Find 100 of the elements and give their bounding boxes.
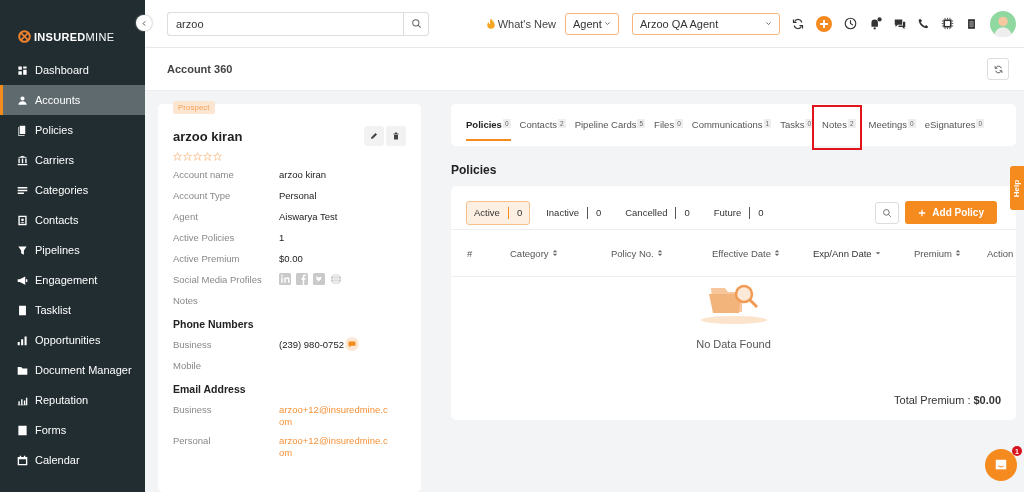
star-icon <box>183 152 192 161</box>
delete-button[interactable] <box>386 126 406 146</box>
phone-number: (239) 980-0752 <box>279 338 344 350</box>
phone-icon[interactable] <box>918 18 929 29</box>
star-rating[interactable] <box>173 152 222 161</box>
field-value: arzoo kiran <box>279 169 326 180</box>
field-label: Active Premium <box>173 253 241 264</box>
field-value: Personal <box>279 190 317 201</box>
sidebar-item[interactable]: Tasklist <box>0 295 145 325</box>
nav-icon <box>17 184 28 196</box>
filter-tab[interactable]: Cancelled 0 <box>617 200 698 225</box>
section-title: Policies <box>451 163 498 177</box>
chip-icon[interactable] <box>941 17 954 30</box>
empty-message: No Data Found <box>696 338 771 350</box>
sidebar-item[interactable]: Reputation <box>0 385 145 415</box>
filter-tab[interactable]: Inactive 0 <box>538 200 610 225</box>
field-label: Agent <box>173 211 199 222</box>
refresh-icon[interactable] <box>792 17 804 30</box>
chevron-left-icon <box>140 19 148 27</box>
sidebar-item[interactable]: Categories <box>0 175 145 205</box>
sidebar-item[interactable]: Pipelines <box>0 235 145 265</box>
field-value: $0.00 <box>279 253 303 264</box>
caret-icon <box>604 20 611 27</box>
field-label: Business <box>173 339 213 350</box>
message-icon[interactable] <box>344 337 359 351</box>
search-button[interactable] <box>403 11 429 36</box>
sidebar-item[interactable]: Contacts <box>0 205 145 235</box>
sidebar-item[interactable]: Opportunities <box>0 325 145 355</box>
nav-icon <box>17 214 28 226</box>
nav-icon <box>17 274 28 286</box>
status-badge: Prospect <box>173 101 215 114</box>
chat-button[interactable] <box>985 449 1017 481</box>
whats-new-link[interactable]: What's New <box>497 17 556 30</box>
field-label: Social Media Profiles <box>173 274 263 285</box>
sidebar-item[interactable]: Document Manager <box>0 355 145 385</box>
section-heading: Phone Numbers <box>173 318 255 330</box>
column-header[interactable]: # <box>467 247 510 259</box>
filter-tab[interactable]: Future 0 <box>705 200 772 225</box>
nav-icon <box>17 364 28 376</box>
trash-icon <box>392 132 400 140</box>
agent-select[interactable]: Arzoo QA Agent <box>632 12 780 35</box>
column-header[interactable]: Policy No. <box>611 247 712 259</box>
refresh-icon <box>993 64 1003 74</box>
nav-icon <box>17 424 28 436</box>
total-label: Total Premium : <box>894 394 971 406</box>
sort-icon <box>773 249 780 257</box>
sidebar-item[interactable]: Dashboard <box>0 55 145 85</box>
field-label: Account name <box>173 169 235 180</box>
search-icon <box>882 207 893 218</box>
field-label: Business <box>173 404 213 415</box>
sidebar-item[interactable]: Calendar <box>0 445 145 475</box>
account-name: arzoo kiran <box>173 128 244 144</box>
total-value: $0.00 <box>973 394 1001 406</box>
field-label: Active Policies <box>173 232 236 243</box>
sidebar-item[interactable]: Carriers <box>0 145 145 175</box>
caret-icon <box>874 249 881 257</box>
page-title: Account 360 <box>167 63 233 75</box>
field-value: Aiswarya Test <box>279 211 338 222</box>
star-icon <box>203 152 212 161</box>
refresh-button[interactable] <box>987 58 1009 80</box>
star-icon <box>173 152 182 161</box>
document-icon[interactable] <box>966 17 977 30</box>
nav-icon <box>17 244 28 256</box>
column-header[interactable]: Effective Date <box>712 247 813 259</box>
column-header[interactable]: Exp/Ann Date <box>813 247 914 259</box>
chat-icon[interactable] <box>894 17 906 30</box>
filter-tab[interactable]: Active 0 <box>466 200 531 225</box>
nav-icon <box>17 124 28 136</box>
column-header[interactable]: Category <box>510 247 611 259</box>
field-value: 1 <box>279 232 285 243</box>
sort-icon <box>955 249 961 257</box>
caret-icon <box>765 20 772 27</box>
nav-icon <box>17 94 28 106</box>
clock-icon[interactable] <box>844 17 857 30</box>
nav-icon <box>17 154 28 166</box>
search-icon <box>410 18 422 29</box>
chat-icon <box>994 458 1008 472</box>
section-heading: Email Address <box>173 383 247 395</box>
role-select[interactable]: Agent <box>565 12 619 35</box>
field-label: Mobile <box>173 360 202 371</box>
field-label: Account Type <box>173 190 232 201</box>
column-header[interactable]: Premium <box>914 247 987 259</box>
logo-icon <box>18 30 31 43</box>
edit-button[interactable] <box>364 126 384 146</box>
sidebar-item[interactable]: Policies <box>0 115 145 145</box>
pencil-icon <box>370 132 378 140</box>
search-button[interactable] <box>875 201 900 224</box>
plus-icon[interactable] <box>816 15 832 32</box>
star-icon <box>213 152 222 161</box>
search-field[interactable]: arzoo <box>167 11 403 36</box>
field-label: Personal <box>173 434 212 446</box>
star-icon <box>193 152 202 161</box>
sidebar-item[interactable]: Forms <box>0 415 145 445</box>
bell-icon[interactable] <box>869 17 882 30</box>
nav-icon <box>17 64 28 76</box>
sidebar-item[interactable]: Accounts <box>0 85 145 115</box>
flame-icon <box>484 17 497 30</box>
sidebar-item[interactable]: Engagement <box>0 265 145 295</box>
logo-text: INSUREDMINE <box>34 30 115 43</box>
column-header[interactable]: Action <box>987 247 1014 259</box>
